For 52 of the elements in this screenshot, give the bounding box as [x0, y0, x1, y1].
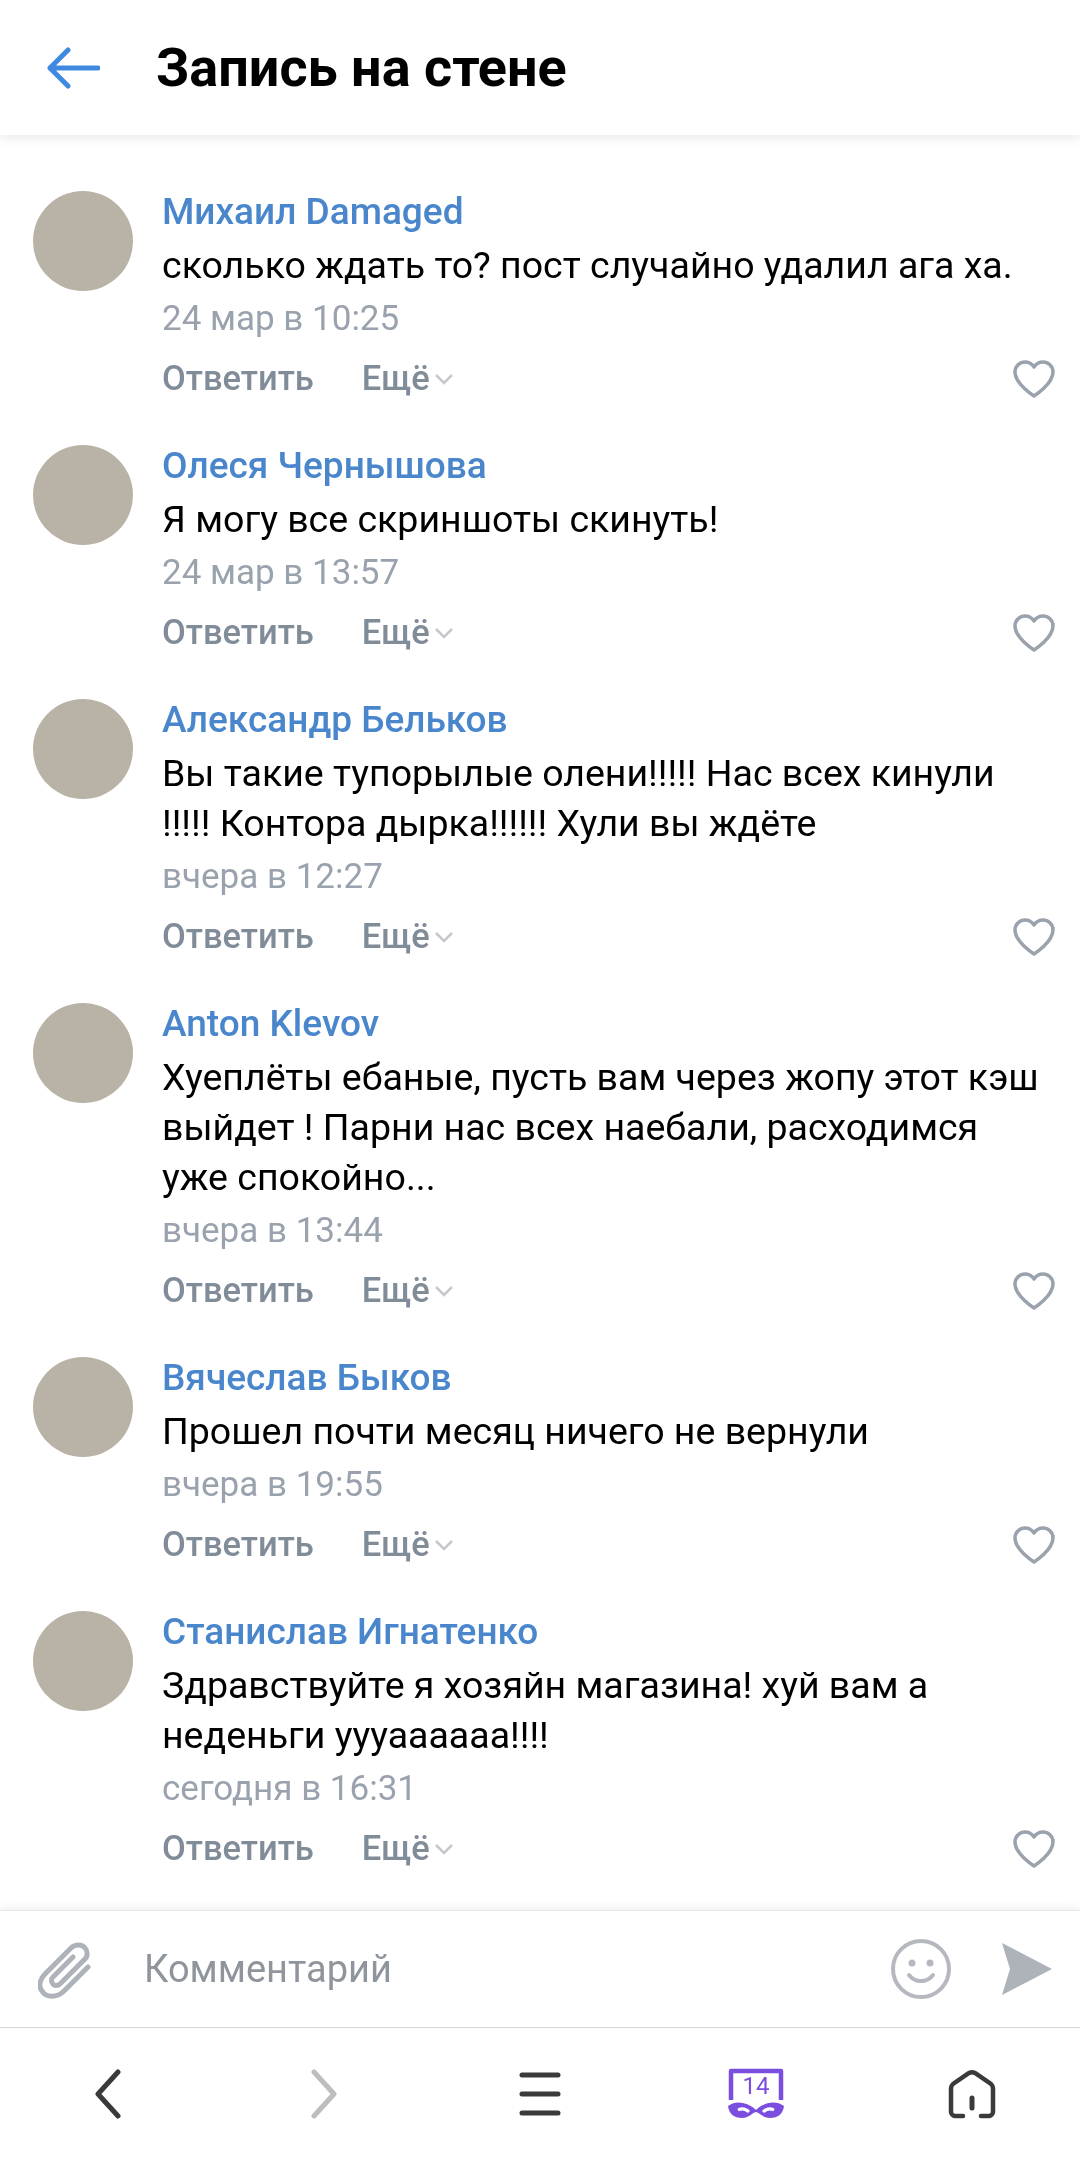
heart-icon[interactable]: [1012, 359, 1056, 399]
chevron-down-icon: [433, 373, 454, 385]
reply-button[interactable]: Ответить: [162, 1519, 314, 1571]
chevron-down-icon: [433, 1539, 454, 1551]
comment-time: вчера в 13:44: [162, 1209, 383, 1253]
more-button[interactable]: Ещё: [361, 911, 454, 963]
smiley-icon[interactable]: [890, 1938, 952, 2000]
back-chevron-icon[interactable]: [94, 2069, 122, 2119]
back-arrow-icon: [46, 45, 100, 90]
author-name[interactable]: Михаил Damaged: [162, 187, 464, 237]
author-name[interactable]: Вячеслав Быков: [162, 1353, 452, 1403]
send-icon[interactable]: [1000, 1941, 1054, 1997]
heart-icon[interactable]: [1012, 1829, 1056, 1869]
reply-button[interactable]: Ответить: [162, 911, 314, 963]
comment-time: вчера в 19:55: [162, 1463, 383, 1507]
menu-icon[interactable]: [519, 2071, 561, 2117]
comment-text: сколько ждать то? пост случайно удалил ага ха.: [162, 242, 1014, 289]
comment-time: 24 мар в 13:57: [162, 551, 400, 595]
heart-icon[interactable]: [1012, 613, 1056, 653]
chevron-down-icon: [433, 1843, 454, 1855]
tabs-button[interactable]: 14: [726, 2066, 786, 2122]
more-button[interactable]: Ещё: [361, 607, 454, 659]
comment-text: Прошел почти месяц ничего не вернули: [162, 1408, 870, 1455]
comment-input-field[interactable]: Комментарий: [144, 1940, 890, 1998]
comment-text: Вы такие тупорылые олени!!!!! Нас всех кинули !!!!! Контора дырка!!!!!! Хули вы ждёте: [162, 750, 996, 847]
reply-button[interactable]: Ответить: [162, 353, 314, 405]
heart-icon[interactable]: [1012, 917, 1056, 957]
more-button[interactable]: Ещё: [361, 1519, 454, 1571]
comment-time: вчера в 12:27: [162, 855, 383, 899]
comment-time: сегодня в 16:31: [162, 1767, 417, 1811]
comment-text: Здравствуйте я хозяйн магазина! хуй вам а неденьги уууаааааа!!!!: [162, 1662, 930, 1759]
more-button[interactable]: Ещё: [361, 1823, 454, 1875]
reply-button[interactable]: Ответить: [162, 1265, 314, 1317]
page-title: Запись на стене: [156, 40, 567, 95]
reply-button[interactable]: Ответить: [162, 607, 314, 659]
more-button[interactable]: Ещё: [361, 1265, 454, 1317]
heart-icon[interactable]: [1012, 1525, 1056, 1565]
author-name[interactable]: Олеся Чернышова: [162, 441, 487, 491]
home-icon[interactable]: [947, 2068, 997, 2120]
chevron-down-icon: [433, 627, 454, 639]
comment-text: Я могу все скриншоты скинуть!: [162, 496, 720, 543]
author-name[interactable]: Anton Klevov: [162, 999, 380, 1049]
comment-time: 24 мар в 10:25: [162, 297, 400, 341]
more-button[interactable]: Ещё: [361, 353, 454, 405]
chevron-down-icon: [433, 1285, 454, 1297]
chevron-down-icon: [433, 931, 454, 943]
author-name[interactable]: Александр Бельков: [162, 695, 508, 745]
author-name[interactable]: Станислав Игнатенко: [162, 1607, 539, 1657]
reply-button[interactable]: Ответить: [162, 1823, 314, 1875]
forward-chevron-icon[interactable]: [310, 2069, 338, 2119]
heart-icon[interactable]: [1012, 1271, 1056, 1311]
comment-text: Хуеплёты ебаные, пусть вам через жопу этот кэш выйдет ! Парни нас всех наебали, расходимся уже спокойно...: [162, 1054, 1040, 1201]
